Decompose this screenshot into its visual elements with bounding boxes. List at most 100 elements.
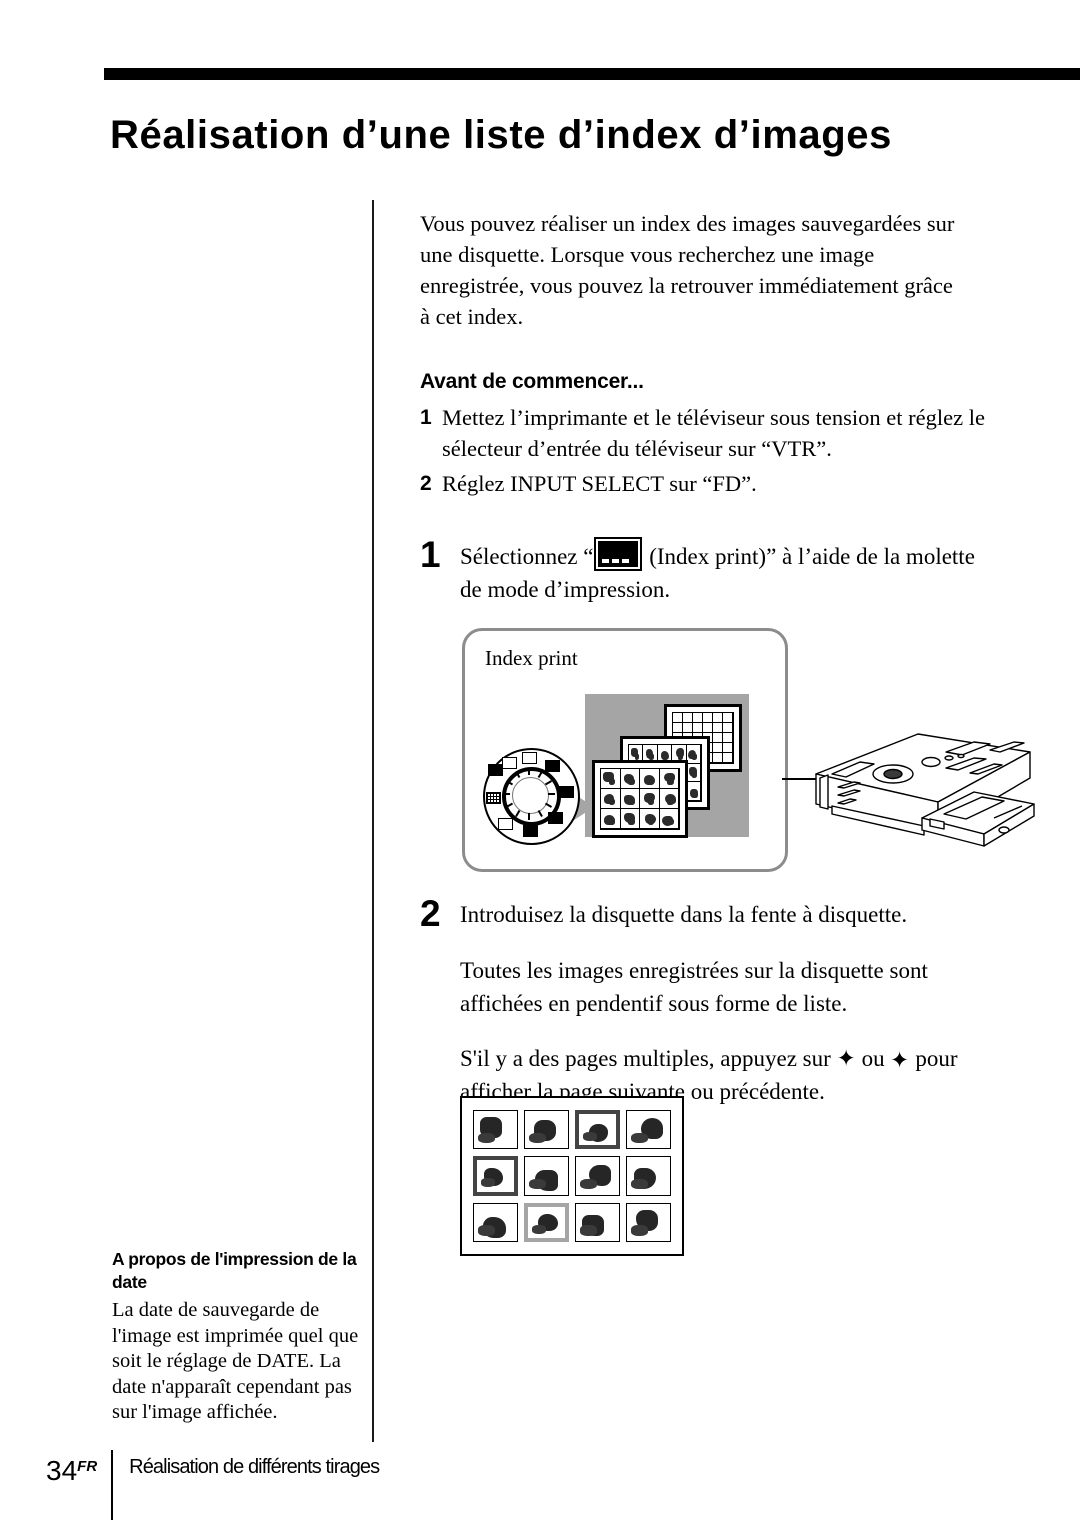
- index-sheet-cell: [713, 733, 723, 743]
- index-sheet-cell-image-detail: [608, 798, 616, 805]
- thumbnail-image-detail: [580, 1178, 598, 1190]
- index-sheet-cell-image-detail: [628, 818, 635, 825]
- page-footer: 34FR Réalisation de différents tirages: [46, 1450, 380, 1522]
- side-note-title: A propos de l'impression de la date: [112, 1249, 357, 1292]
- print-mode-dial[interactable]: [483, 748, 580, 845]
- printer-device: [798, 726, 1048, 854]
- index-sheet-cell: [723, 753, 733, 763]
- column-divider: [372, 200, 374, 1442]
- index-sheet-cell: [601, 769, 621, 789]
- index-sheet-cell: [686, 763, 701, 783]
- thumbnail-image-detail: [478, 1132, 496, 1144]
- thumbnail-item[interactable]: [575, 1110, 620, 1150]
- dial-icon-single: [502, 757, 517, 769]
- before-you-begin-heading: Avant de commencer...: [420, 370, 644, 393]
- index-sheet-cell-image-detail: [628, 778, 635, 785]
- thumbnail-item[interactable]: [575, 1156, 620, 1196]
- index-sheet-cell: [723, 713, 733, 723]
- footer-section-title: Réalisation de différents tirages: [129, 1456, 380, 1478]
- illustration-panel-label: Index print: [485, 646, 578, 670]
- arrow-down-icon: ✦: [890, 1046, 910, 1071]
- index-sheet-cell-image-detail: [677, 754, 683, 760]
- thumbnail-item[interactable]: [626, 1110, 671, 1150]
- index-sheet-cell-image-detail: [663, 754, 669, 760]
- side-note-body: La date de sauvegarde de l'image est imp…: [112, 1299, 359, 1423]
- index-sheet-cell: [693, 713, 703, 723]
- index-sheet-cell: [640, 769, 660, 789]
- dial-icon-index: [523, 825, 538, 837]
- index-sheet-cell: [723, 723, 733, 733]
- index-sheet-cell-image-detail: [628, 798, 635, 805]
- dial-tick: [528, 813, 530, 820]
- thumbnail-item[interactable]: [473, 1156, 518, 1196]
- index-sheet-front: [592, 760, 688, 838]
- before-step-2-number: 2: [420, 472, 432, 495]
- before-step-2-text: Réglez INPUT SELECT sur “FD”.: [442, 471, 757, 496]
- index-sheet-cell: [713, 723, 723, 733]
- printer-line-art: [815, 733, 1035, 847]
- footer-page-number-value: 34: [46, 1455, 78, 1486]
- index-sheet-cell: [620, 809, 640, 829]
- thumbnail-image-detail: [582, 1132, 598, 1141]
- dial-icon-memory: [488, 764, 503, 776]
- before-step-1-text: Mettez l’imprimante et le téléviseur sou…: [442, 405, 985, 461]
- dial-hub: [512, 777, 549, 814]
- index-sheet-cell-image-detail: [608, 778, 616, 785]
- index-sheet-cell: [601, 809, 621, 829]
- index-sheet-cell: [686, 782, 701, 801]
- thumbnail-grid: [473, 1110, 671, 1242]
- step-2-text: Introduisez la disquette dans la fente à…: [460, 902, 908, 927]
- thumbnail-item[interactable]: [524, 1110, 569, 1150]
- index-sheet-cell: [703, 723, 713, 733]
- thumbnail-item[interactable]: [473, 1202, 518, 1242]
- step-2-number: 2: [420, 893, 441, 934]
- index-sheet-cell: [620, 789, 640, 809]
- thumbnail-item[interactable]: [626, 1202, 671, 1242]
- step-1-number: 1: [420, 534, 441, 575]
- index-sheet-cell-image-detail: [667, 798, 674, 805]
- thumbnail-image-detail: [480, 1178, 496, 1188]
- index-sheet-cell: [713, 753, 723, 763]
- index-sheet-cell: [693, 723, 703, 733]
- step-2-paragraph-2-part2: ou: [855, 1046, 891, 1071]
- dial-icon-multi: [498, 818, 513, 830]
- dial-icon-grid: [486, 792, 501, 804]
- thumbnail-item[interactable]: [473, 1110, 518, 1150]
- arrow-up-icon: ✦: [836, 1046, 856, 1071]
- page-title: Réalisation d’une liste d’index d’images: [110, 112, 892, 157]
- thumbnail-item[interactable]: [524, 1156, 569, 1196]
- dial-icon-split-4: [559, 786, 574, 798]
- index-sheet-cell: [683, 723, 693, 733]
- dial-icon-standard: [522, 752, 537, 764]
- thumbnail-image-detail: [478, 1225, 496, 1236]
- index-sheet-cell: [640, 789, 660, 809]
- index-sheet-cell: [713, 743, 723, 753]
- step-1: 1 Sélectionnez “ (Index print)” à l’aide…: [420, 534, 1000, 606]
- index-sheet-cell: [601, 789, 621, 809]
- header-rule: [104, 68, 1080, 80]
- thumbnail-image-detail: [529, 1132, 547, 1144]
- index-sheet-cell: [686, 745, 701, 764]
- index-sheet-cell: [713, 713, 723, 723]
- index-sheet-cell: [683, 713, 693, 723]
- thumbnail-image-detail: [531, 1224, 547, 1234]
- before-step-2: 2 Réglez INPUT SELECT sur “FD”.: [420, 468, 1000, 499]
- step-1-text: Sélectionnez “ (Index print)” à l’aide d…: [460, 537, 1000, 606]
- step-1-text-before: Sélectionnez “: [460, 544, 594, 569]
- index-thumbnail-list: [460, 1096, 684, 1256]
- index-sheet-cell-image-detail: [647, 798, 655, 805]
- index-sheet-cell-image-detail: [649, 754, 654, 760]
- thumbnail-item[interactable]: [626, 1156, 671, 1196]
- dial-icon-split-9: [548, 812, 563, 824]
- index-sheet-cell-image-detail: [647, 818, 655, 825]
- thumbnail-item[interactable]: [575, 1202, 620, 1242]
- step-2-paragraph-1: Toutes les images enregistrées sur la di…: [460, 958, 928, 1016]
- index-sheet-cell-image-detail: [667, 818, 674, 825]
- index-sheet-cell-image-detail: [692, 772, 698, 779]
- index-sheet-cell: [723, 733, 733, 743]
- footer-page-number: 34FR: [46, 1452, 97, 1486]
- thumbnail-image-detail: [631, 1132, 649, 1144]
- dial-tick: [548, 793, 555, 795]
- index-sheet-cell: [703, 713, 713, 723]
- thumbnail-item[interactable]: [524, 1202, 569, 1242]
